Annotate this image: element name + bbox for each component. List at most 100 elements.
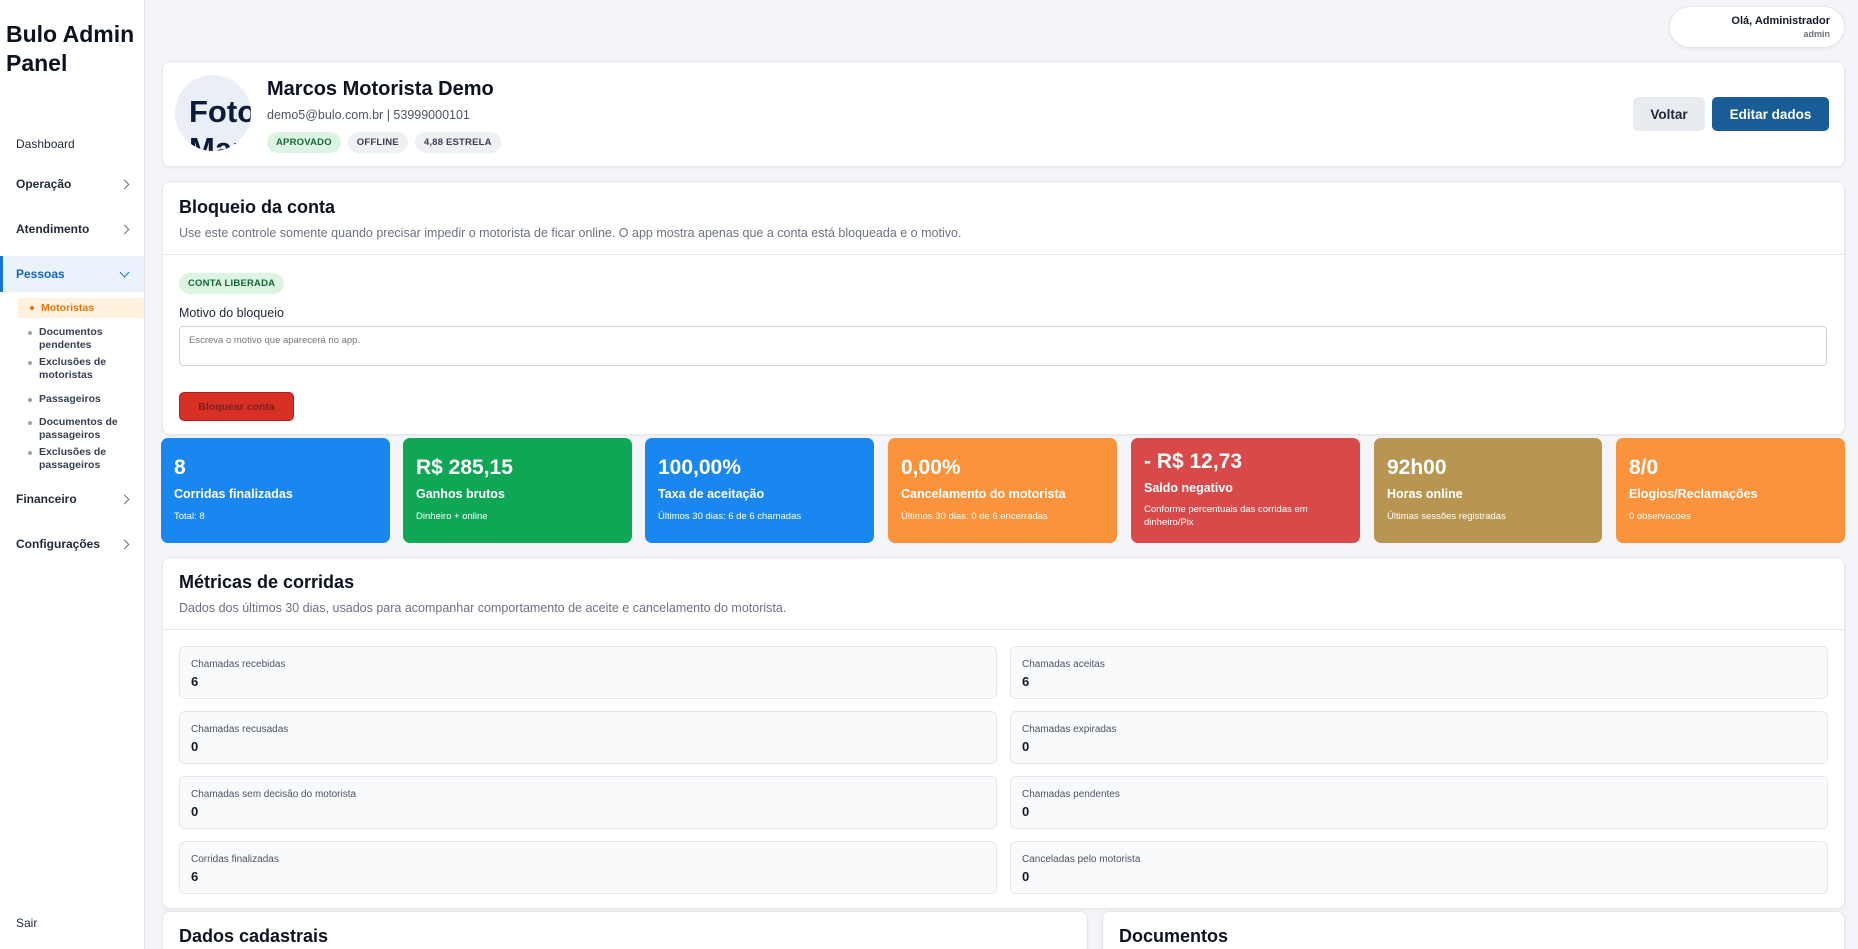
stat-title: Ganhos brutos (416, 487, 505, 501)
stat-subtitle: Últimas sessões registradas (1387, 511, 1506, 522)
stat-value: 0,00% (901, 456, 961, 479)
stat-subtitle: Conforme percentuais das corridas em din… (1144, 504, 1308, 528)
nav-group-pessoas[interactable]: Pessoas (0, 256, 144, 292)
stat-value: 100,00% (658, 456, 741, 479)
stat-value: 8/0 (1629, 456, 1659, 479)
status-badges: APROVADO OFFLINE 4,88 ESTRELA (267, 132, 501, 153)
stat-card: 8 Corridas finalizadas Total: 8 (161, 438, 390, 543)
sidebar-item-exclusoes-passageiros[interactable]: Exclusões de passageiros (28, 446, 144, 472)
metric-item: Chamadas expiradas 0 (1010, 711, 1828, 764)
metric-item: Chamadas recusadas 0 (179, 711, 997, 764)
nav-group-financeiro[interactable]: Financeiro (0, 481, 144, 517)
stat-title: Horas online (1387, 487, 1463, 501)
metrics-title: Métricas de corridas (179, 572, 355, 592)
metric-item: Chamadas recebidas 6 (179, 646, 997, 699)
divider (163, 254, 1844, 255)
stat-card: 8/0 Elogios/Reclamações 0 observacoes (1616, 438, 1845, 543)
chevron-right-icon (119, 539, 130, 549)
nav-group-label: Financeiro (16, 492, 77, 506)
metrics-card: Métricas de corridas Dados dos últimos 3… (162, 557, 1845, 909)
brand-title: Bulo Admin Panel (6, 21, 135, 76)
rating-badge: 4,88 ESTRELA (414, 132, 501, 153)
documents-title: Documentos (1119, 926, 1229, 946)
stat-subtitle: Últimos 30 dias: 0 de 6 encerradas (901, 511, 1048, 522)
stat-subtitle: 0 observacoes (1629, 511, 1691, 522)
divider (163, 629, 1844, 630)
chevron-down-icon (119, 267, 130, 277)
nav-group-label: Atendimento (16, 222, 90, 236)
stat-value: - R$ 12,73 (1144, 450, 1243, 473)
user-greeting: Olá, Administrador (1731, 15, 1830, 27)
stat-value: 8 (174, 456, 186, 479)
sidebar-item-motoristas[interactable]: Motoristas (18, 298, 144, 318)
nav-group-configuracoes[interactable]: Configurações (0, 526, 144, 562)
metric-value: 0 (1022, 869, 1030, 884)
nav-group-label: Pessoas (16, 267, 65, 281)
sidebar-item-documentos-pendentes[interactable]: Documentos pendentes (28, 326, 144, 352)
nav-dashboard[interactable]: Dashboard (16, 137, 75, 151)
metric-label: Chamadas recusadas (191, 724, 289, 735)
sidebar: Bulo Admin Panel Dashboard Operação Aten… (0, 0, 145, 949)
metric-label: Chamadas sem decisão do motorista (191, 789, 357, 800)
sidebar-item-documentos-passageiros[interactable]: Documentos de passageiros (28, 416, 144, 442)
sidebar-item-exclusoes-motoristas[interactable]: Exclusões de motoristas (28, 356, 144, 382)
stat-card: 0,00% Cancelamento do motorista Últimos 30… (888, 438, 1117, 543)
driver-contact: demo5@bulo.com.br | 53999000101 (267, 108, 470, 122)
account-status-badge: CONTA LIBERADA (179, 273, 285, 294)
metric-value: 0 (191, 739, 199, 754)
stat-subtitle: Últimos 30 dias: 6 de 6 chamadas (658, 511, 802, 522)
nav-group-label: Configurações (16, 537, 101, 551)
block-account-button[interactable]: Bloquear conta (179, 392, 294, 421)
registration-title: Dados cadastrais (179, 926, 329, 946)
documents-card: Documentos (1102, 911, 1845, 949)
metric-item: Canceladas pelo motorista 0 (1010, 841, 1828, 894)
metric-value: 6 (191, 674, 199, 689)
block-account-card: Bloqueio da conta Use este controle some… (162, 181, 1845, 435)
stat-subtitle: Total: 8 (174, 511, 205, 522)
nav-group-atendimento[interactable]: Atendimento (0, 211, 144, 247)
sidebar-item-passageiros[interactable]: Passageiros (28, 393, 144, 406)
stat-title: Elogios/Reclamações (1629, 487, 1758, 501)
reason-input[interactable] (179, 326, 1827, 366)
user-menu[interactable]: Olá, Administrador admin (1669, 6, 1845, 48)
nav-group-label: Operação (16, 177, 72, 191)
user-role: admin (1803, 29, 1830, 39)
chevron-right-icon (119, 179, 130, 189)
metrics-subtitle: Dados dos últimos 30 dias, usados para a… (179, 601, 787, 615)
metric-label: Chamadas expiradas (1022, 724, 1117, 735)
nav-group-operacao[interactable]: Operação (0, 166, 144, 202)
metric-value: 6 (1022, 674, 1030, 689)
metric-value: 6 (191, 869, 199, 884)
stat-card: 100,00% Taxa de aceitação Últimos 30 dias:… (645, 438, 874, 543)
avatar-text: Foto Marcos (189, 94, 251, 151)
metric-item: Chamadas sem decisão do motorista 0 (179, 776, 997, 829)
stat-title: Cancelamento do motorista (901, 487, 1066, 501)
chevron-right-icon (119, 224, 130, 234)
metric-item: Chamadas pendentes 0 (1010, 776, 1828, 829)
metric-item: Chamadas aceitas 6 (1010, 646, 1828, 699)
edit-button[interactable]: Editar dados (1712, 97, 1829, 131)
block-subtitle: Use este controle somente quando precisa… (179, 226, 962, 240)
metric-label: Chamadas recebidas (191, 659, 286, 670)
stat-title: Corridas finalizadas (174, 487, 293, 501)
chevron-right-icon (119, 494, 130, 504)
stat-title: Saldo negativo (1144, 481, 1233, 495)
avatar: Foto Marcos (175, 75, 251, 151)
stat-title: Taxa de aceitação (658, 487, 765, 501)
stat-card: R$ 285,15 Ganhos brutos Dinheiro + online (403, 438, 632, 543)
metric-value: 0 (1022, 804, 1030, 819)
profile-card: Foto Marcos Marcos Motorista Demo demo5@… (162, 61, 1845, 167)
stat-subtitle: Dinheiro + online (416, 511, 488, 522)
metric-label: Chamadas pendentes (1022, 789, 1120, 800)
stat-card: - R$ 12,73 Saldo negativo Conforme percent… (1131, 438, 1360, 543)
stat-value: R$ 285,15 (416, 456, 513, 479)
registration-card: Dados cadastrais (162, 911, 1088, 949)
block-title: Bloqueio da conta (179, 197, 336, 217)
stat-value: 92h00 (1387, 456, 1447, 479)
metric-label: Chamadas aceitas (1022, 659, 1105, 670)
online-badge: OFFLINE (347, 132, 408, 153)
metric-item: Corridas finalizadas 6 (179, 841, 997, 894)
stat-card: 92h00 Horas online Últimas sessões registr… (1374, 438, 1602, 543)
logout-link[interactable]: Sair (16, 916, 37, 930)
back-button[interactable]: Voltar (1633, 97, 1705, 131)
